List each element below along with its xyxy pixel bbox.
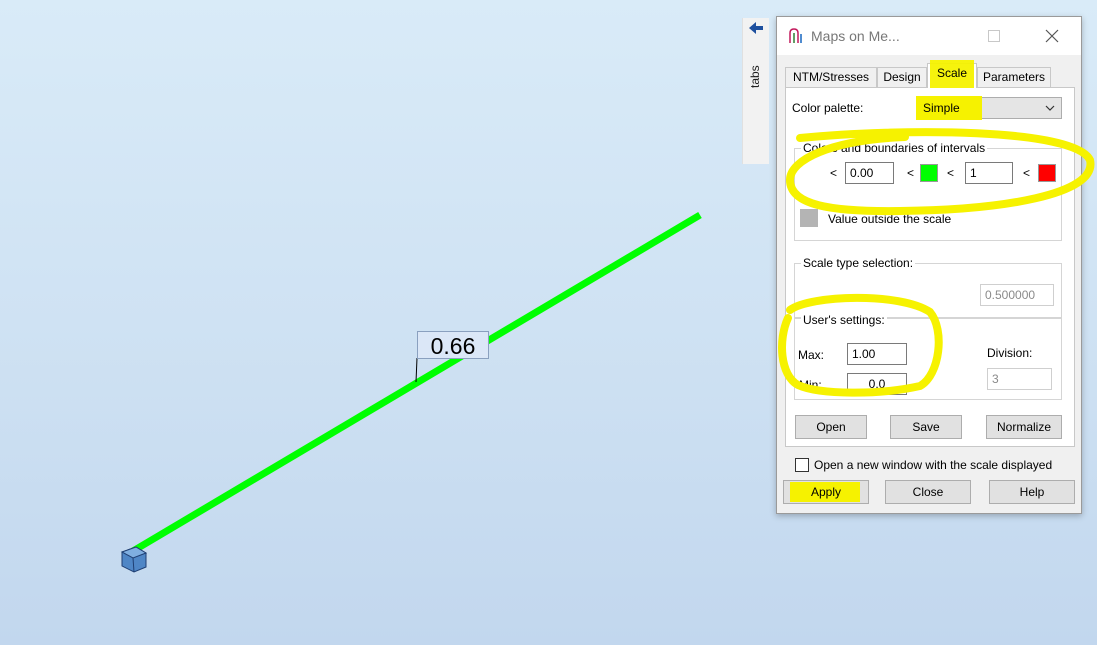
interval-boundary-1-input[interactable]: 0.00 [845, 162, 894, 184]
new-window-checkbox[interactable] [795, 458, 809, 472]
intervals-group: Colors and boundaries of intervals < 0.0… [794, 141, 1062, 241]
less-than-3: < [947, 166, 955, 180]
scale-tab-panel: Color palette: Simple Colors and boundar… [785, 87, 1075, 447]
intervals-group-title: Colors and boundaries of intervals [801, 141, 988, 155]
side-tabs-panel[interactable]: tabs [742, 18, 769, 164]
side-tabs-label: tabs [748, 65, 762, 88]
color-palette-select[interactable]: Simple [916, 96, 1062, 120]
maximize-icon [988, 30, 1000, 42]
help-button[interactable]: Help [989, 480, 1075, 504]
tab-scale[interactable]: Scale [927, 60, 977, 88]
max-label: Max: [798, 348, 825, 362]
division-label: Division: [987, 346, 1033, 360]
maps-on-members-dialog: Maps on Me... NTM/Stresses Design Scale … [776, 16, 1082, 514]
dialog-titlebar[interactable]: Maps on Me... [777, 17, 1081, 55]
tab-design[interactable]: Design [877, 67, 927, 87]
tab-ntm-stresses[interactable]: NTM/Stresses [785, 67, 877, 87]
interval-boundary-2-input[interactable]: 1 [965, 162, 1013, 184]
new-window-checkbox-label: Open a new window with the scale display… [814, 458, 1053, 472]
app-icon [789, 28, 802, 43]
scale-type-group: Scale type selection: 0.500000 [794, 256, 1062, 318]
beam-member [131, 211, 702, 555]
beam-value-label: 0.66 [417, 331, 489, 359]
tab-parameters[interactable]: Parameters [977, 67, 1051, 87]
user-settings-group: User's settings: Max: 1.00 Min: 0.0 Divi… [794, 313, 1062, 400]
save-button[interactable]: Save [890, 415, 962, 439]
min-input[interactable]: 0.0 [847, 373, 907, 395]
dialog-title: Maps on Me... [811, 28, 900, 44]
close-icon [1045, 29, 1059, 43]
division-field: 3 [987, 368, 1052, 390]
maximize-button[interactable] [971, 17, 1017, 55]
scale-type-title: Scale type selection: [801, 256, 916, 270]
close-window-button[interactable] [1029, 17, 1075, 55]
min-label: Min: [799, 378, 822, 392]
interval-color-low-swatch[interactable] [802, 164, 820, 182]
interval-color-mid-swatch[interactable] [920, 164, 938, 182]
outside-scale-color-swatch[interactable] [800, 209, 818, 227]
support-node-icon [120, 546, 148, 573]
less-than-4: < [1023, 166, 1031, 180]
user-settings-title: User's settings: [801, 313, 887, 327]
open-button[interactable]: Open [795, 415, 867, 439]
normalize-button[interactable]: Normalize [986, 415, 1062, 439]
less-than-2: < [907, 166, 915, 180]
interval-color-high-swatch[interactable] [1038, 164, 1056, 182]
close-button[interactable]: Close [885, 480, 971, 504]
max-input[interactable]: 1.00 [847, 343, 907, 365]
apply-button[interactable]: Apply [783, 480, 869, 504]
less-than-1: < [830, 166, 838, 180]
beam-label-leader [415, 357, 418, 383]
arrow-left-icon[interactable] [748, 20, 764, 36]
chevron-down-icon [1045, 105, 1055, 111]
outside-scale-label: Value outside the scale [828, 212, 952, 226]
color-palette-label: Color palette: [792, 101, 864, 115]
scale-type-value-field: 0.500000 [980, 284, 1054, 306]
